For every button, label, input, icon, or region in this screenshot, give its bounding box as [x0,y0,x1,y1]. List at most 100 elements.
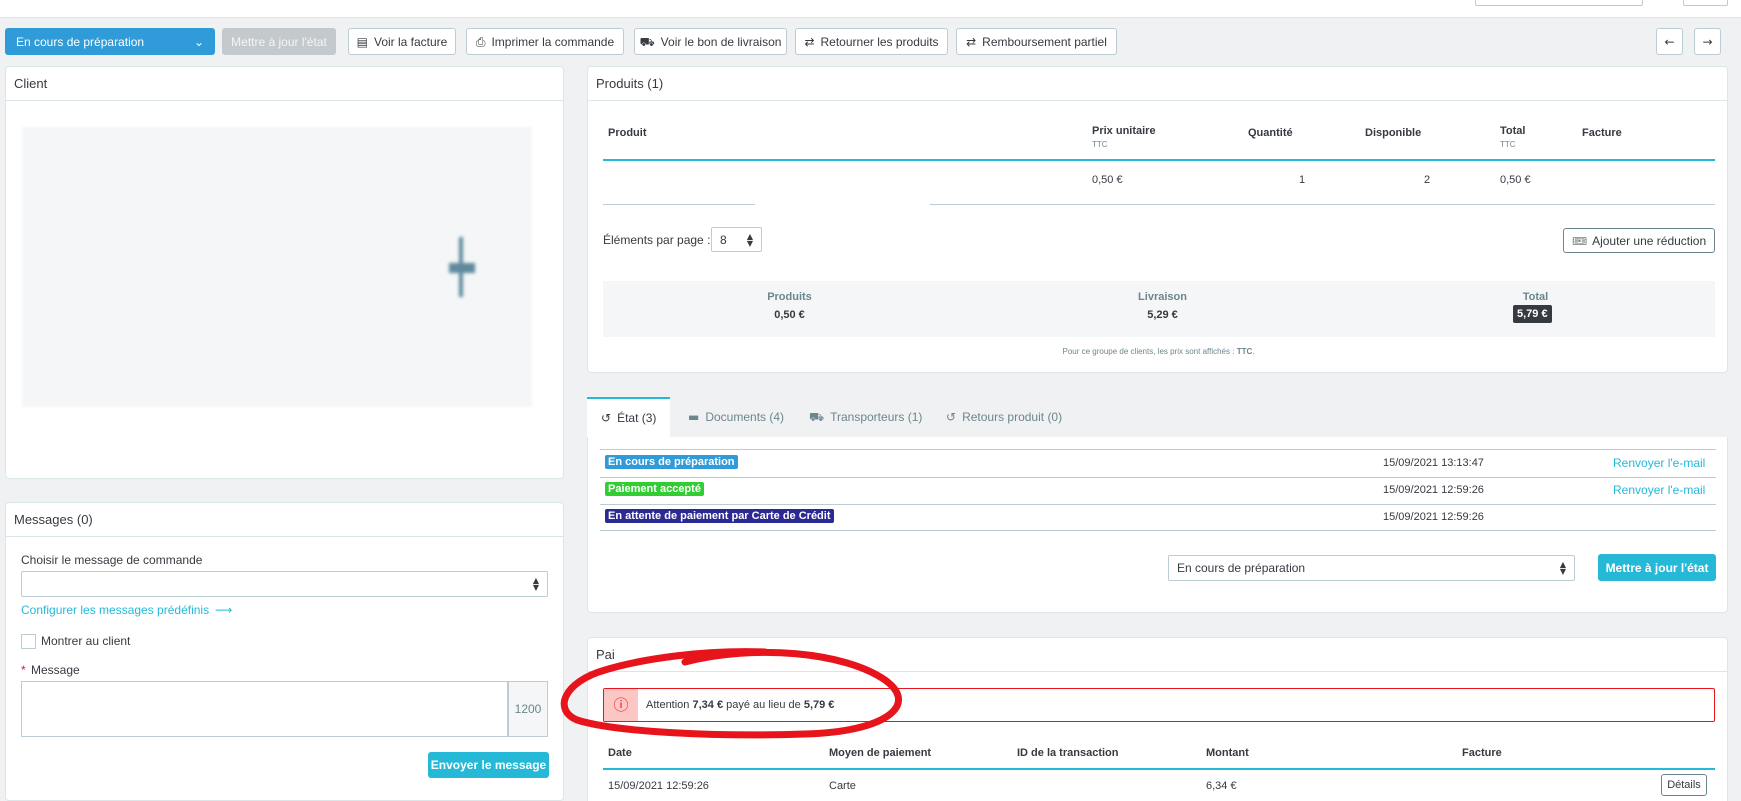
truck-icon: ⛟ [809,410,825,424]
history-date: 15/09/2021 12:59:26 [1383,484,1484,496]
tab-state[interactable]: ↺ État (3) [587,397,671,437]
payment-row-amount: 6,34 € [1206,780,1237,792]
tab-returns[interactable]: ↺ Retours produit (0) [946,397,1062,437]
truck-icon: ⛟ [639,34,655,49]
view-invoice-button[interactable]: ▤ Voir la facture [348,28,456,55]
header-search-box[interactable] [1475,0,1643,6]
view-invoice-label: Voir la facture [373,34,448,49]
col-unit-price: Prix unitaire [1092,125,1156,137]
print-order-button[interactable]: ⎙ Imprimer la commande [466,28,624,55]
messages-panel-title: Messages (0) [6,503,563,537]
header-small-button[interactable] [1683,0,1728,6]
price-note-bold: TTC [1236,347,1253,356]
char-counter: 1200 [508,681,548,737]
per-page-label: Éléments par page : [603,233,711,247]
select-arrows-icon: ▲ ▼ [532,576,539,592]
update-state-submit[interactable]: Mettre à jour l'état [1598,554,1716,581]
col-product: Produit [608,127,647,139]
history-divider [600,530,1716,531]
col-payment-invoice: Facture [1462,747,1502,759]
print-icon: ⎙ [475,34,486,49]
tab-documents[interactable]: ▬ Documents (4) [688,397,784,437]
summary-products-value: 0,50 € [774,309,805,321]
message-textarea[interactable] [21,681,508,737]
annotation-stroke [560,648,902,739]
row-total: 0,50 € [1500,174,1531,186]
chevron-down-icon: ⌄ [193,34,204,49]
select-arrows-icon: ▲ ▼ [746,231,753,248]
row-unit-price: 0,50 € [1092,174,1123,186]
price-note-prefix: Pour ce groupe de clients, les prix sont… [1062,347,1235,356]
return-products-button[interactable]: ⇄ Retourner les produits [795,28,948,55]
partial-refund-button[interactable]: ⇄ Remboursement partiel [956,28,1117,55]
payment-details-button[interactable]: Détails [1661,774,1707,796]
next-order-button[interactable]: → [1694,28,1721,55]
send-message-button[interactable]: Envoyer le message [428,752,549,778]
partial-refund-label: Remboursement partiel [982,34,1107,49]
summary-shipping-label: Livraison [1138,291,1187,303]
row-available: 2 [1424,174,1431,186]
annotation-circle [560,648,902,739]
payment-row-method: Carte [829,780,856,792]
history-date: 15/09/2021 12:59:26 [1383,511,1484,523]
arrow-right-long-icon: ⟶ [215,603,233,617]
update-state-button[interactable]: Mettre à jour l'état [222,28,336,55]
col-total: Total [1500,125,1526,137]
summary-products-label: Produits [767,291,812,303]
configure-messages-link[interactable]: Configurer les messages prédéfinis ⟶ [21,603,232,617]
order-status-select-label: En cours de préparation [16,34,145,49]
client-panel: Client [5,66,564,479]
choose-message-select[interactable]: ▲ ▼ [21,571,548,597]
status-badge: Paiement accepté [605,482,704,496]
arrow-right-icon: → [1702,34,1713,49]
add-discount-label: Ajouter une réduction [1592,233,1707,248]
history-date: 15/09/2021 13:13:47 [1383,457,1484,469]
swap-icon: ⇄ [966,34,977,49]
per-page-select[interactable]: 8 ▲ ▼ [711,227,762,252]
state-select-value: En cours de préparation [1177,561,1306,575]
status-badge: En attente de paiement par Carte de Créd… [605,509,834,523]
row-quantity: 1 [1299,174,1306,186]
blurred-mark [449,263,475,273]
order-status-select[interactable]: En cours de préparation ⌄ [5,28,215,55]
products-panel: Produits (1) Produit Prix unitaire TTC Q… [587,66,1728,373]
return-products-label: Retourner les produits [820,34,939,49]
add-discount-button[interactable]: 🎟 Ajouter une réduction [1563,228,1715,253]
tab-returns-label: Retours produit (0) [962,410,1063,424]
status-badge: En cours de préparation [605,455,738,469]
choose-message-label: Choisir le message de commande [21,553,203,567]
summary-total-label: Total [1522,291,1549,303]
top-header-strip [0,0,1741,18]
view-delivery-button[interactable]: ⛟ Voir le bon de livraison [634,28,787,55]
table-header-divider [603,159,1715,161]
update-state-label: Mettre à jour l'état [231,34,327,49]
totals-summary: Produits 0,50 € Livraison 5,29 € Total 5… [603,281,1715,337]
file-icon: ▤ [356,34,368,49]
show-client-label: Montrer au client [41,634,131,648]
previous-order-button[interactable]: ← [1656,28,1683,55]
tab-state-label: État (3) [617,411,657,425]
state-select[interactable]: En cours de préparation ▲ ▼ [1168,555,1575,581]
arrow-left-icon: ← [1664,34,1675,49]
row-divider [930,204,1715,205]
view-delivery-label: Voir le bon de livraison [660,34,782,49]
summary-total-value: 5,79 € [1513,305,1552,323]
print-order-label: Imprimer la commande [491,34,615,49]
col-available: Disponible [1365,127,1422,139]
price-note-suffix: . [1252,347,1255,356]
products-panel-title: Produits (1) [588,67,1727,101]
show-client-checkbox[interactable] [21,634,36,649]
tab-carriers[interactable]: ⛟ Transporteurs (1) [809,397,922,437]
configure-messages-label: Configurer les messages prédéfinis [21,603,210,617]
ticket-icon: 🎟 [1571,233,1588,248]
per-page-value: 8 [720,232,727,247]
select-arrows-icon: ▲ ▼ [1559,560,1566,576]
resend-email-link[interactable]: Renvoyer l'e-mail [1613,456,1705,470]
history-icon: ↺ [601,411,612,425]
resend-email-link[interactable]: Renvoyer l'e-mail [1613,483,1705,497]
state-history-panel: En cours de préparation 15/09/2021 13:13… [587,437,1728,613]
summary-shipping-value: 5,29 € [1147,309,1178,321]
payment-row-date: 15/09/2021 12:59:26 [608,780,709,792]
tab-carriers-label: Transporteurs (1) [830,410,923,424]
client-panel-title: Client [6,67,563,101]
